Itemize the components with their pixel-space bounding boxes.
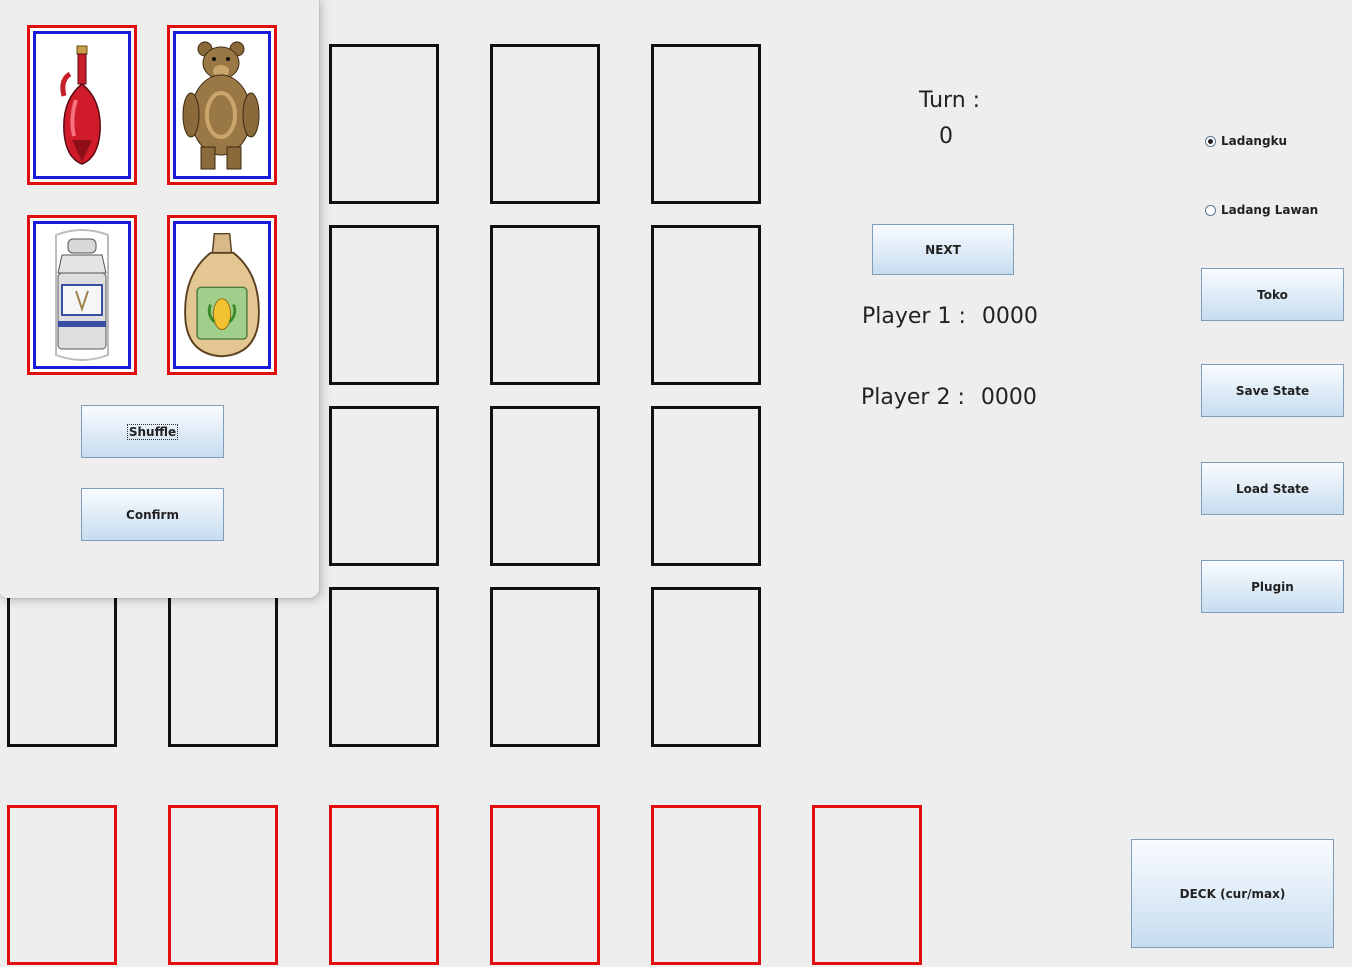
hand-slot[interactable] [168,805,278,965]
load-state-button[interactable]: Load State [1201,462,1344,515]
plugin-button[interactable]: Plugin [1201,560,1344,613]
turn-value: 0 [939,124,953,149]
radio-selected-icon [1205,135,1216,147]
confirm-button[interactable]: Confirm [81,488,224,541]
shuffle-card[interactable] [27,25,137,185]
field-slot[interactable] [651,406,761,566]
player-2-label: Player 2 : 0000 [861,385,1037,410]
shuffle-button[interactable]: Shuffle [81,405,224,458]
field-slot[interactable] [490,587,600,747]
shuffle-card[interactable] [167,215,277,375]
field-slot[interactable] [168,587,278,747]
field-slot[interactable] [329,406,439,566]
radio-ladang-lawan[interactable]: Ladang Lawan [1205,203,1318,217]
hand-slot[interactable] [812,805,922,965]
field-slot[interactable] [329,587,439,747]
player-1-score: 0000 [981,304,1038,329]
field-slot[interactable] [651,225,761,385]
field-slot[interactable] [329,44,439,204]
shuffle-card[interactable] [167,25,277,185]
field-slot[interactable] [651,44,761,204]
bear-icon [182,41,260,170]
player-2-name: Player 2 : [861,385,965,410]
shuffle-card[interactable] [27,215,137,375]
hand-slot[interactable] [329,805,439,965]
save-state-button[interactable]: Save State [1201,364,1344,417]
hand-slot[interactable] [490,805,600,965]
next-button[interactable]: NEXT [872,224,1014,275]
radio-unselected-icon [1205,204,1216,216]
field-slot[interactable] [490,406,600,566]
field-slot[interactable] [490,44,600,204]
radio-label: Ladangku [1221,134,1288,148]
shuffle-dialog: Shuffle Confirm [0,0,319,598]
radio-label: Ladang Lawan [1221,203,1319,217]
player-2-score: 0000 [980,385,1037,410]
field-slot[interactable] [651,587,761,747]
player-1-label: Player 1 : 0000 [862,304,1038,329]
field-slot[interactable] [7,587,117,747]
turn-label: Turn : [919,88,981,113]
player-1-name: Player 1 : [862,304,966,329]
toko-button[interactable]: Toko [1201,268,1344,321]
red-potion-icon [60,45,101,165]
radio-ladangku[interactable]: Ladangku [1205,134,1287,148]
deck-button[interactable]: DECK (cur/max) [1131,839,1334,948]
milk-can-icon [55,229,109,361]
corn-seed-bag-icon [184,232,260,358]
hand-slot[interactable] [651,805,761,965]
field-slot[interactable] [329,225,439,385]
hand-slot[interactable] [7,805,117,965]
shuffle-label: Shuffle [126,423,179,440]
field-slot[interactable] [490,225,600,385]
